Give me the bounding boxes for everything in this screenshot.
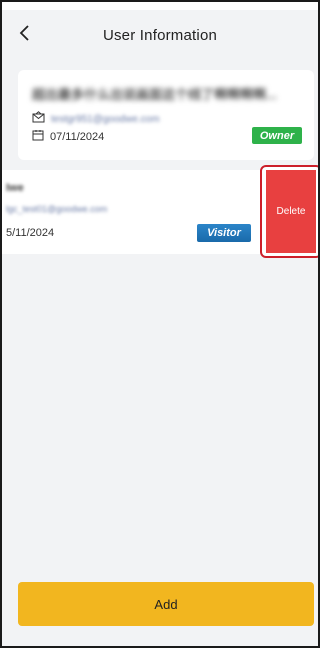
calendar-icon: [32, 128, 44, 146]
role-badge-visitor: Visitor: [197, 224, 251, 242]
envelope-icon: [32, 110, 45, 128]
page-header: User Information: [2, 10, 318, 60]
user-card-visitor[interactable]: Iwe lgc_test01@goodwe.com 5/11/2024 Visi…: [2, 170, 264, 254]
status-bar-area: [2, 2, 318, 10]
chevron-left-icon: [19, 24, 31, 46]
back-button[interactable]: [12, 22, 38, 48]
user-name: 超出最多什么出说画面这个线了啊啊啊啊...: [32, 87, 277, 102]
role-badge-owner: Owner: [252, 127, 302, 144]
date-row: 07/11/2024: [32, 128, 104, 146]
user-date: 5/11/2024: [6, 227, 55, 239]
add-button[interactable]: Add: [18, 582, 314, 626]
delete-highlight: Delete: [260, 165, 318, 258]
email-row: testgr951@goodwe.com: [32, 110, 160, 128]
user-email: testgr951@goodwe.com: [51, 113, 160, 125]
user-email: lgc_test01@goodwe.com: [6, 204, 108, 214]
user-date: 07/11/2024: [50, 131, 105, 143]
user-card-owner[interactable]: 超出最多什么出说画面这个线了啊啊啊啊... testgr951@goodwe.c…: [18, 70, 314, 160]
page-title: User Information: [102, 26, 218, 44]
user-name: Iwe: [6, 182, 24, 194]
app-frame: User Information 超出最多什么出说画面这个线了啊啊啊啊... t…: [0, 0, 320, 648]
delete-button[interactable]: Delete: [266, 170, 316, 253]
